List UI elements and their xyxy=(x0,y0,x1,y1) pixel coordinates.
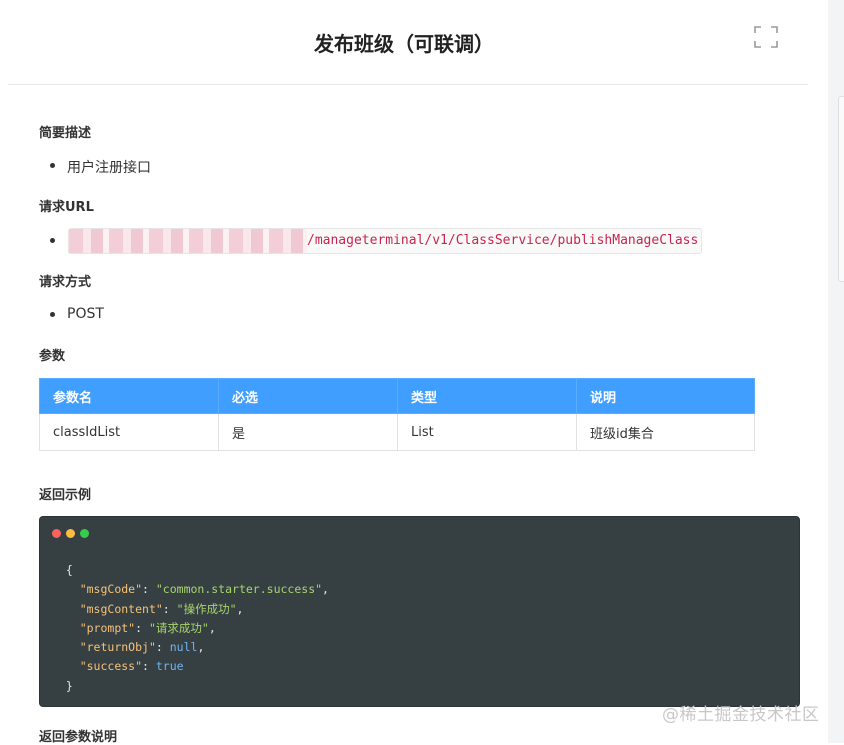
code-token: , xyxy=(208,620,216,635)
side-scroll-panel[interactable] xyxy=(838,96,844,282)
bullet xyxy=(50,238,55,243)
request-url-path: /manageterminal/v1/ClassService/publishM… xyxy=(307,233,699,248)
code-line: "success": true xyxy=(52,657,329,676)
window-minimize-dot xyxy=(66,529,75,538)
return-example-heading: 返回示例 xyxy=(39,488,92,503)
column-header: 必选 xyxy=(218,378,398,414)
code-block[interactable]: { "msgCode": "common.starter.success", "… xyxy=(39,516,800,707)
code-token: , xyxy=(197,640,205,655)
summary-item: 用户注册接口 xyxy=(67,160,151,176)
table-header-row: 参数名 必选 类型 说明 xyxy=(39,378,755,414)
code-line: "msgContent": "操作成功", xyxy=(52,600,329,619)
code-token: null xyxy=(169,640,198,655)
api-doc-page: 发布班级（可联调） 简要描述 用户注册接口 请求URL /managetermi… xyxy=(0,0,828,745)
request-url-code[interactable]: /manageterminal/v1/ClassService/publishM… xyxy=(68,228,702,254)
table-cell: classIdList xyxy=(39,413,219,451)
code-token: true xyxy=(155,659,184,674)
code-line: } xyxy=(52,677,329,696)
window-maximize-dot xyxy=(80,529,89,538)
request-method-value: POST xyxy=(67,306,104,322)
window-close-dot xyxy=(52,529,61,538)
column-header: 类型 xyxy=(397,378,577,414)
code-token: "请求成功" xyxy=(148,620,209,635)
params-heading: 参数 xyxy=(39,349,66,364)
bullet xyxy=(50,163,55,168)
code-token: : xyxy=(135,620,149,635)
code-token: "returnObj" xyxy=(79,640,156,655)
code-token: : xyxy=(162,601,177,616)
request-url-heading: 请求URL xyxy=(39,200,94,215)
redacted-host xyxy=(69,229,307,253)
code-token: } xyxy=(65,678,73,693)
code-line: "msgCode": "common.starter.success", xyxy=(52,580,329,599)
table-cell: List xyxy=(397,413,577,451)
code-token: : xyxy=(142,582,156,597)
code-line: "prompt": "请求成功", xyxy=(52,619,329,638)
code-token: "prompt" xyxy=(79,620,136,635)
table-cell: 是 xyxy=(218,413,398,451)
code-content: { "msgCode": "common.starter.success", "… xyxy=(52,561,329,696)
code-token: : xyxy=(142,659,156,674)
request-method-heading: 请求方式 xyxy=(39,275,92,290)
code-token: , xyxy=(322,582,329,597)
code-line: { xyxy=(52,561,329,580)
return-params-heading: 返回参数说明 xyxy=(39,730,118,745)
code-token: "common.starter.success" xyxy=(155,582,323,597)
code-token: "操作成功" xyxy=(176,601,237,616)
column-header: 参数名 xyxy=(39,378,219,414)
code-token: { xyxy=(65,563,73,577)
code-token: "success" xyxy=(79,659,143,674)
params-table: 参数名 必选 类型 说明 classIdList 是 List 班级id集合 xyxy=(39,378,755,451)
bullet xyxy=(50,312,55,317)
summary-heading: 简要描述 xyxy=(39,126,92,141)
title-divider xyxy=(8,84,808,85)
code-line: "returnObj": null, xyxy=(52,638,329,657)
table-row: classIdList 是 List 班级id集合 xyxy=(39,413,755,451)
code-token: "msgContent" xyxy=(79,601,163,616)
watermark: @稀土掘金技术社区 xyxy=(662,705,820,725)
fullscreen-icon[interactable] xyxy=(754,26,778,48)
column-header: 说明 xyxy=(576,378,755,414)
table-cell: 班级id集合 xyxy=(576,413,755,451)
code-token: : xyxy=(155,640,170,655)
code-token: "msgCode" xyxy=(79,582,143,597)
page-title: 发布班级（可联调） xyxy=(314,32,494,56)
code-token: , xyxy=(236,601,244,616)
